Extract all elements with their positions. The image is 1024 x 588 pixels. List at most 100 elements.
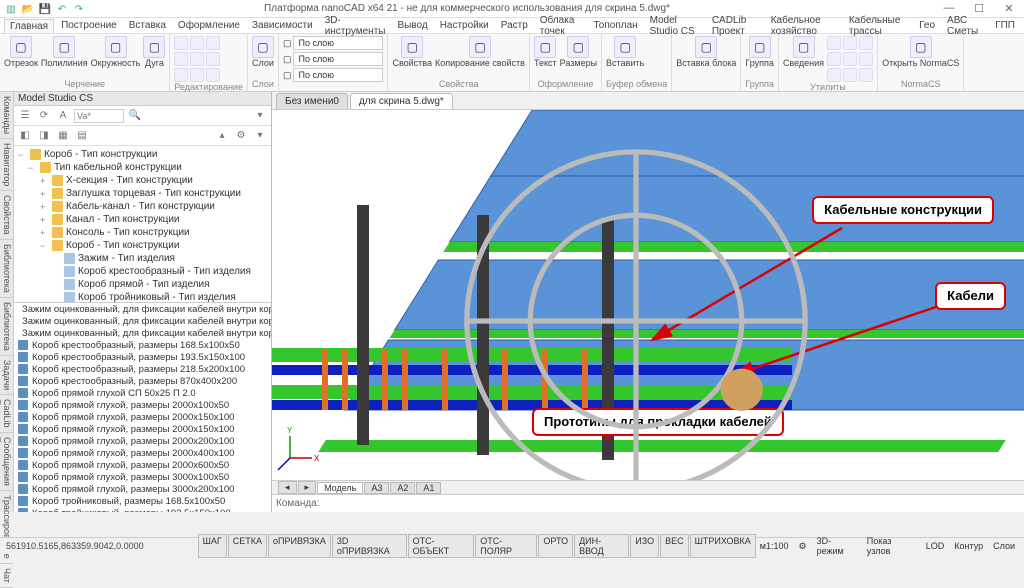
status-toggle[interactable]: ОТС-ПОЛЯР: [475, 534, 537, 558]
status-toggle[interactable]: СЕТКА: [228, 534, 267, 558]
ribbon-small-button[interactable]: [859, 52, 873, 66]
status-toggle[interactable]: ОТС-ОБЪЕКТ: [408, 534, 475, 558]
tree-view[interactable]: − Короб - Тип конструкции −Тип кабельной…: [14, 146, 271, 302]
status-toggle[interactable]: ИЗО: [630, 534, 659, 558]
list-item[interactable]: Короб прямой глухой, размеры 3000х100х50: [14, 471, 271, 483]
ribbon-small-button[interactable]: [827, 36, 841, 50]
ribbon-button[interactable]: ▢Текст: [534, 36, 557, 68]
side-tab[interactable]: Задачи: [0, 356, 13, 395]
document-tab[interactable]: Без имени0: [276, 93, 348, 109]
ribbon-small-button[interactable]: [843, 36, 857, 50]
layout-tab[interactable]: А1: [416, 482, 441, 494]
status-toggle[interactable]: ШТРИХОВКА: [690, 534, 756, 558]
status-contour[interactable]: Контур: [951, 541, 986, 551]
ribbon-button[interactable]: ▢Дуга: [143, 36, 165, 68]
list-item[interactable]: Короб прямой глухой, размеры 2000х400х10…: [14, 447, 271, 459]
ribbon-button[interactable]: ▢Вставка блока: [676, 36, 736, 68]
qa-open-icon[interactable]: 📂: [21, 2, 35, 16]
ribbon-button[interactable]: ▢Отрезок: [4, 36, 38, 68]
canvas-3d[interactable]: Y X Кабельные конструкции Кабели Прототи…: [272, 110, 1024, 480]
document-tab[interactable]: для скрина 5.dwg*: [350, 93, 453, 109]
list-item[interactable]: Короб прямой глухой, размеры 2000х150х10…: [14, 411, 271, 423]
ribbon-small-button[interactable]: [190, 68, 204, 82]
menu-tab[interactable]: Вывод: [392, 19, 432, 32]
layout-tab[interactable]: Модель: [317, 482, 363, 494]
ribbon-small-button[interactable]: [843, 68, 857, 82]
tree-node[interactable]: +Консоль - Тип конструкции: [14, 226, 271, 239]
menu-tab[interactable]: Растр: [496, 19, 533, 32]
search-input[interactable]: [74, 109, 124, 123]
tree-root[interactable]: − Короб - Тип конструкции: [14, 148, 271, 161]
list-item[interactable]: Короб прямой глухой, размеры 2000х100х50: [14, 399, 271, 411]
side-tab[interactable]: Чат: [0, 564, 13, 588]
qa-new-icon[interactable]: ▥: [4, 2, 18, 16]
status-scale[interactable]: м1:100: [757, 541, 792, 551]
status-view[interactable]: Показ узлов: [864, 536, 919, 556]
menu-tab[interactable]: Оформление: [173, 19, 245, 32]
list-item[interactable]: Короб тройниковый, размеры 193.5х150х100: [14, 507, 271, 512]
tb-icon[interactable]: ◧: [17, 128, 33, 144]
ribbon-small-button[interactable]: [206, 68, 220, 82]
ribbon-small-button[interactable]: [190, 36, 204, 50]
list-item[interactable]: Короб тройниковый, размеры 168.5х100х50: [14, 495, 271, 507]
list-item[interactable]: Короб прямой глухой, размеры 2000х200х10…: [14, 435, 271, 447]
tb-icon[interactable]: ▦: [55, 128, 71, 144]
tree-node[interactable]: +Заглушка торцевая - Тип конструкции: [14, 187, 271, 200]
layer-combo[interactable]: По слою: [293, 36, 383, 50]
layout-tab[interactable]: А2: [390, 482, 415, 494]
status-toggle[interactable]: ШАГ: [198, 534, 227, 558]
ribbon-button[interactable]: ▢Размеры: [560, 36, 597, 68]
menu-tab[interactable]: Вставка: [124, 19, 171, 32]
ribbon-small-button[interactable]: [827, 68, 841, 82]
list-item[interactable]: Короб прямой глухой, размеры 2000х150х10…: [14, 423, 271, 435]
ribbon-button[interactable]: ▢Окружность: [91, 36, 141, 68]
more-icon[interactable]: ▾: [252, 128, 268, 144]
status-toggle[interactable]: ВЕС: [660, 534, 689, 558]
list-item[interactable]: Зажим оцинкованный, для фиксации кабелей…: [14, 303, 271, 315]
tree-node[interactable]: +Канал - Тип конструкции: [14, 213, 271, 226]
filter-icon[interactable]: ☰: [17, 108, 33, 124]
ribbon-small-button[interactable]: [859, 36, 873, 50]
ribbon-button[interactable]: ▢Вставить: [606, 36, 644, 68]
ribbon-small-button[interactable]: [174, 52, 188, 66]
layout-prev[interactable]: ◂: [278, 481, 297, 494]
tree-node[interactable]: Короб прямой - Тип изделия: [14, 278, 271, 291]
search-icon[interactable]: 🔍: [127, 108, 143, 124]
tree-node[interactable]: −Тип кабельной конструкции: [14, 161, 271, 174]
list-item[interactable]: Короб крестообразный, размеры 193.5х150х…: [14, 351, 271, 363]
list-item[interactable]: Короб прямой глухой СП 50х25 П 2.0: [14, 387, 271, 399]
status-gear-icon[interactable]: ⚙: [796, 541, 810, 552]
ribbon-small-button[interactable]: [174, 68, 188, 82]
status-toggle[interactable]: 3D оПРИВЯЗКА: [332, 534, 407, 558]
menu-tab[interactable]: ГПП: [990, 19, 1020, 32]
side-tab[interactable]: Команды: [0, 92, 13, 139]
layer-combo[interactable]: По слою: [293, 68, 383, 82]
ribbon-button[interactable]: ▢Открыть NormaCS: [882, 36, 959, 68]
menu-tab[interactable]: Топоплан: [588, 19, 642, 32]
list-item[interactable]: Короб прямой глухой, размеры 3000х200х10…: [14, 483, 271, 495]
side-tab[interactable]: Навигатор: [0, 139, 13, 191]
item-list[interactable]: Зажим оцинкованный, для фиксации кабелей…: [14, 302, 271, 512]
list-item[interactable]: Зажим оцинкованный, для фиксации кабелей…: [14, 327, 271, 339]
tree-node[interactable]: +Кабель-канал - Тип конструкции: [14, 200, 271, 213]
options-icon[interactable]: ⚙: [233, 128, 249, 144]
side-tab[interactable]: Библиотека с...: [0, 240, 13, 298]
qa-redo-icon[interactable]: ↷: [72, 2, 86, 16]
tree-node[interactable]: Короб тройниковый - Тип изделия: [14, 291, 271, 302]
layout-next[interactable]: ▸: [298, 481, 317, 494]
list-item[interactable]: Короб крестообразный, размеры 218.5х200х…: [14, 363, 271, 375]
status-toggle[interactable]: ОРТО: [538, 534, 573, 558]
ribbon-small-button[interactable]: [174, 36, 188, 50]
list-item[interactable]: Короб крестообразный, размеры 870х400х20…: [14, 375, 271, 387]
a-icon[interactable]: A: [55, 108, 71, 124]
menu-tab[interactable]: Главная: [4, 19, 54, 33]
ribbon-button[interactable]: ▢Полилиния: [41, 36, 88, 68]
ribbon-small-button[interactable]: [859, 68, 873, 82]
tree-node[interactable]: Короб крестообразный - Тип изделия: [14, 265, 271, 278]
menu-tab[interactable]: Гео: [914, 19, 940, 32]
tb-icon[interactable]: ◨: [36, 128, 52, 144]
side-tab[interactable]: Свойства эле...: [0, 191, 13, 240]
refresh-icon[interactable]: ⟳: [36, 108, 52, 124]
view-cube[interactable]: [272, 136, 1012, 480]
ribbon-small-button[interactable]: [206, 52, 220, 66]
